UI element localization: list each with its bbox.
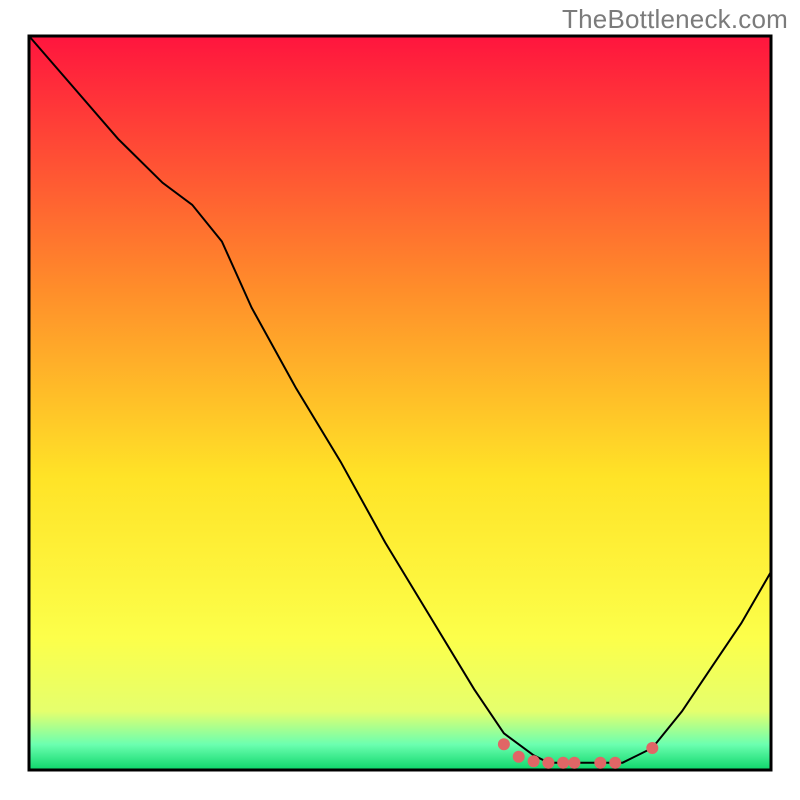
highlight-dot xyxy=(594,757,606,769)
highlight-dot xyxy=(542,757,554,769)
chart-svg xyxy=(0,0,800,800)
highlight-dot xyxy=(498,738,510,750)
highlight-dot xyxy=(513,751,525,763)
chart-container: TheBottleneck.com xyxy=(0,0,800,800)
plot-background xyxy=(29,36,771,770)
highlight-dot xyxy=(568,757,580,769)
highlight-dot xyxy=(557,757,569,769)
highlight-dot xyxy=(528,755,540,767)
watermark-text: TheBottleneck.com xyxy=(562,4,788,35)
highlight-dot xyxy=(646,742,658,754)
highlight-dot xyxy=(609,757,621,769)
